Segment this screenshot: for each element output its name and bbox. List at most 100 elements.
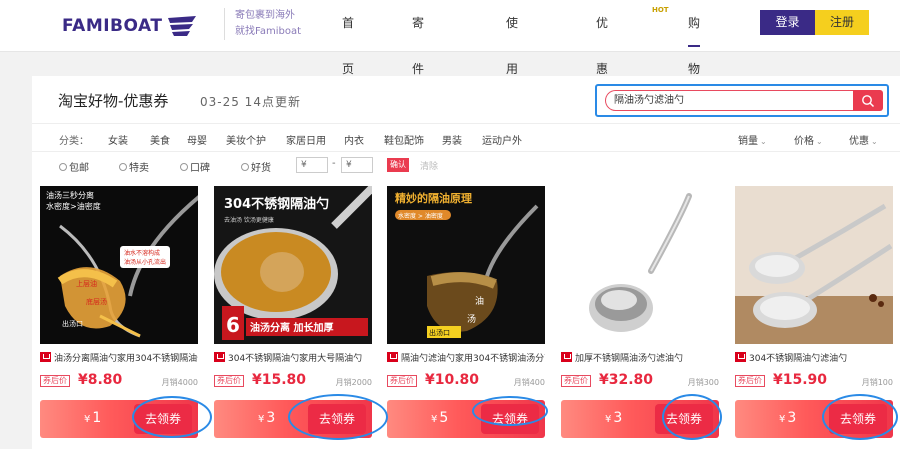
sort-discount[interactable]: 优惠 ⌄ bbox=[849, 132, 878, 147]
coupon-amount: ¥3 bbox=[605, 410, 622, 426]
coupon-amount: ¥3 bbox=[258, 410, 275, 426]
product-name[interactable]: 304不锈钢隔油勺滤油勺 bbox=[735, 350, 893, 364]
coupon-bar[interactable]: ¥5 去领券 bbox=[387, 400, 545, 438]
price-row: 券后价 ¥32.80 月销300 bbox=[561, 372, 719, 390]
price-row: 券后价 ¥15.80 月销2000 bbox=[214, 372, 372, 390]
product-image[interactable] bbox=[561, 186, 719, 344]
price-tag: 券后价 bbox=[40, 375, 70, 387]
product-image[interactable]: 油汤三秒分离 水密度>油密度 上层油 底层汤 油水不溶构成 油汤从小孔流出 出汤… bbox=[40, 186, 198, 344]
coupon-bar[interactable]: ¥3 去领券 bbox=[561, 400, 719, 438]
product-price: ¥32.80 bbox=[599, 372, 654, 388]
category-item[interactable]: 家居日用 bbox=[286, 132, 326, 147]
sort-sales-label: 销量 bbox=[738, 136, 758, 147]
logo-sail-icon bbox=[168, 16, 197, 36]
product-card[interactable]: 加厚不锈钢隔油汤勺滤油勺 券后价 ¥32.80 月销300 ¥3 去领券 bbox=[555, 184, 721, 442]
nav-shipping-time[interactable]: 寄件时效⌄ bbox=[412, 0, 424, 214]
coupon-value: 3 bbox=[787, 410, 797, 426]
confirm-button[interactable]: 确认 bbox=[387, 158, 409, 172]
product-card[interactable]: 精妙的隔油原理 水密度 > 油密度 油 汤 出汤口 隔油勺滤油勺家用304不锈钢… bbox=[381, 184, 547, 442]
filter-checkbox[interactable]: 口碑 bbox=[180, 159, 210, 174]
image-caption: 出汤口 bbox=[429, 328, 450, 337]
coupon-bar[interactable]: ¥1 去领券 bbox=[40, 400, 198, 438]
image-caption: 油汤分离 加长加厚 bbox=[250, 321, 333, 334]
get-coupon-button[interactable]: 去领券 bbox=[655, 404, 713, 434]
nav-guide[interactable]: 使用指南⌄ bbox=[506, 0, 518, 214]
currency-symbol: ¥ bbox=[605, 414, 612, 425]
search-input[interactable]: 隔油汤勺滤油勺 bbox=[605, 90, 853, 111]
filter-row: 包邮 特卖 口碑 好货 ¥ - ¥ 确认 清除 bbox=[32, 153, 900, 179]
product-name[interactable]: 加厚不锈钢隔油汤勺滤油勺 bbox=[561, 350, 719, 364]
nav-shopping-label: 购物 bbox=[688, 16, 701, 76]
login-button[interactable]: 登录 bbox=[760, 10, 815, 35]
category-item[interactable]: 美妆个护 bbox=[226, 132, 266, 147]
product-name[interactable]: 隔油勺滤油勺家用304不锈钢油汤分离勺 bbox=[387, 350, 545, 364]
logo[interactable]: FAMIBOAT bbox=[62, 12, 200, 40]
hot-badge: HOT bbox=[652, 6, 669, 14]
price-max-input[interactable]: ¥ bbox=[341, 157, 373, 173]
category-item[interactable]: 内衣 bbox=[344, 132, 364, 147]
coupon-panel: 淘宝好物-优惠券 03-25 14点更新 隔油汤勺滤油勺 分类： 女装 美食 母… bbox=[32, 76, 900, 449]
product-name[interactable]: 油汤分离隔油勺家用304不锈钢隔油勺 bbox=[40, 350, 198, 364]
image-caption: 出汤口 bbox=[62, 319, 83, 328]
image-caption: 去油汤 饮汤更健康 bbox=[224, 216, 274, 224]
price-min-input[interactable]: ¥ bbox=[296, 157, 328, 173]
tmall-icon bbox=[387, 352, 398, 362]
sort-price-label: 价格 bbox=[794, 136, 814, 147]
coupon-amount: ¥1 bbox=[84, 410, 101, 426]
product-name[interactable]: 304不锈钢隔油勺家用大号隔油勺 bbox=[214, 350, 372, 364]
monthly-sales: 月销4000 bbox=[161, 378, 198, 387]
price-row: 券后价 ¥8.80 月销4000 bbox=[40, 372, 198, 390]
price-tag: 券后价 bbox=[735, 375, 765, 387]
category-item[interactable]: 鞋包配饰 bbox=[384, 132, 424, 147]
product-image[interactable] bbox=[735, 186, 893, 344]
price-row: 券后价 ¥10.80 月销400 bbox=[387, 372, 545, 390]
product-name-text: 隔油勺滤油勺家用304不锈钢油汤分离勺 bbox=[401, 353, 545, 364]
currency-symbol: ¥ bbox=[431, 414, 438, 425]
get-coupon-button[interactable]: 去领券 bbox=[481, 404, 539, 434]
search-icon bbox=[862, 94, 875, 107]
price-tag: 券后价 bbox=[214, 375, 244, 387]
filter-label: 包邮 bbox=[69, 163, 89, 174]
coupon-bar[interactable]: ¥3 去领券 bbox=[735, 400, 893, 438]
category-item[interactable]: 母婴 bbox=[187, 132, 207, 147]
nav-home-label: 首页 bbox=[342, 16, 355, 76]
search-button[interactable] bbox=[853, 90, 883, 111]
monthly-sales: 月销100 bbox=[861, 378, 893, 387]
register-button[interactable]: 注册 bbox=[815, 10, 869, 35]
sort-sales[interactable]: 销量 ⌄ bbox=[738, 132, 767, 147]
nav-home[interactable]: 首页 bbox=[342, 0, 354, 76]
price-row: 券后价 ¥15.90 月销100 bbox=[735, 372, 893, 390]
category-item[interactable]: 运动户外 bbox=[482, 132, 522, 147]
radio-circle-icon bbox=[180, 162, 188, 171]
category-item[interactable]: 男装 bbox=[442, 132, 462, 147]
get-coupon-button[interactable]: 去领券 bbox=[308, 404, 366, 434]
image-caption: 油水不溶构成 bbox=[124, 249, 160, 257]
clear-button[interactable]: 清除 bbox=[420, 159, 438, 172]
coupon-bar[interactable]: ¥3 去领券 bbox=[214, 400, 372, 438]
radio-circle-icon bbox=[59, 162, 67, 171]
image-caption: 汤 bbox=[467, 314, 476, 325]
product-card[interactable]: 304不锈钢隔油勺滤油勺 券后价 ¥15.90 月销100 ¥3 去领券 bbox=[729, 184, 900, 442]
tmall-icon bbox=[561, 352, 572, 362]
product-price: ¥8.80 bbox=[78, 372, 123, 388]
category-item[interactable]: 女装 bbox=[108, 132, 128, 147]
product-card[interactable]: 304不锈钢隔油勺 去油汤 饮汤更健康 6 油汤分离 加长加厚 304不锈钢隔油… bbox=[208, 184, 374, 442]
filter-checkbox[interactable]: 包邮 bbox=[59, 159, 89, 174]
nav-shopping[interactable]: 购物 bbox=[688, 0, 701, 76]
image-caption: 精妙的隔油原理 bbox=[395, 191, 472, 205]
filter-checkbox[interactable]: 好货 bbox=[241, 159, 271, 174]
product-image[interactable]: 304不锈钢隔油勺 去油汤 饮汤更健康 6 油汤分离 加长加厚 bbox=[214, 186, 372, 344]
product-image[interactable]: 精妙的隔油原理 水密度 > 油密度 油 汤 出汤口 bbox=[387, 186, 545, 344]
category-row: 分类： 女装 美食 母婴 美妆个护 家居日用 内衣 鞋包配饰 男装 运动户外 销… bbox=[32, 125, 900, 152]
get-coupon-button[interactable]: 去领券 bbox=[134, 404, 192, 434]
get-coupon-button[interactable]: 去领券 bbox=[829, 404, 887, 434]
chevron-down-icon: ⌄ bbox=[871, 137, 878, 146]
chevron-down-icon: ⌄ bbox=[760, 137, 767, 146]
category-item[interactable]: 美食 bbox=[150, 132, 170, 147]
image-caption: 油 bbox=[475, 295, 484, 307]
price-tag: 券后价 bbox=[387, 375, 417, 387]
nav-promotions[interactable]: HOT 优惠活动⌄ bbox=[596, 0, 669, 214]
sort-price[interactable]: 价格 ⌄ bbox=[794, 132, 823, 147]
filter-checkbox[interactable]: 特卖 bbox=[119, 159, 149, 174]
product-card[interactable]: 油汤三秒分离 水密度>油密度 上层油 底层汤 油水不溶构成 油汤从小孔流出 出汤… bbox=[34, 184, 200, 442]
